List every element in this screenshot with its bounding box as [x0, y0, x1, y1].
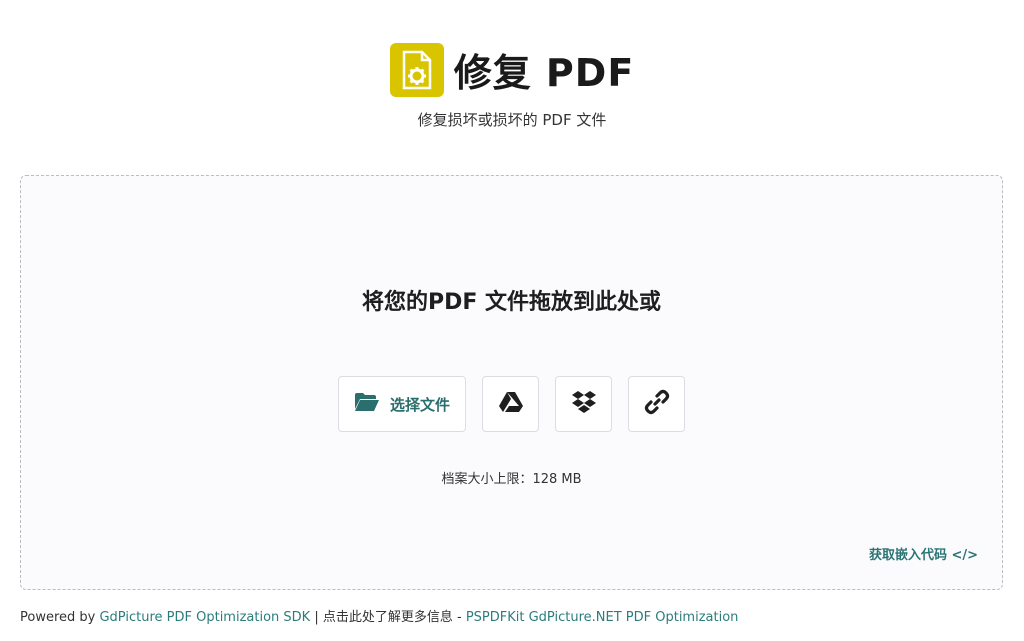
page: 修复 PDF 修复损坏或损坏的 PDF 文件 将您的PDF 文件拖放到此处或 选… — [0, 0, 1024, 641]
get-embed-code-link[interactable]: 获取嵌入代码 </> — [869, 544, 978, 563]
url-link-button[interactable] — [628, 376, 685, 432]
choose-file-label: 选择文件 — [389, 395, 450, 414]
product-link[interactable]: PSPDFKit GdPicture.NET PDF Optimization — [466, 610, 739, 625]
footer: Powered by GdPicture PDF Optimization SD… — [20, 606, 738, 625]
sdk-link[interactable]: GdPicture PDF Optimization SDK — [99, 610, 310, 625]
footer-prefix: Powered by — [20, 610, 100, 625]
dropbox-icon — [571, 390, 597, 418]
choose-file-button[interactable]: 选择文件 — [338, 376, 466, 432]
pdf-gear-icon — [389, 42, 444, 97]
file-size-limit: 档案大小上限：128 MB — [441, 472, 582, 487]
dropbox-button[interactable] — [555, 376, 612, 432]
google-drive-button[interactable] — [482, 376, 539, 432]
folder-open-icon — [354, 392, 380, 416]
upload-options: 选择文件 — [21, 376, 1002, 432]
google-drive-icon — [498, 391, 524, 417]
link-icon — [644, 389, 670, 419]
header: 修复 PDF — [0, 42, 1024, 97]
page-subtitle: 修复损坏或损坏的 PDF 文件 — [417, 111, 607, 129]
file-dropzone[interactable]: 将您的PDF 文件拖放到此处或 选择文件 档案大小上限：128 MB 获取嵌入代… — [20, 175, 1003, 590]
page-title: 修复 PDF — [453, 51, 635, 95]
dropzone-title: 将您的PDF 文件拖放到此处或 — [361, 290, 662, 315]
footer-separator: | 点击此处了解更多信息 - — [310, 610, 466, 625]
